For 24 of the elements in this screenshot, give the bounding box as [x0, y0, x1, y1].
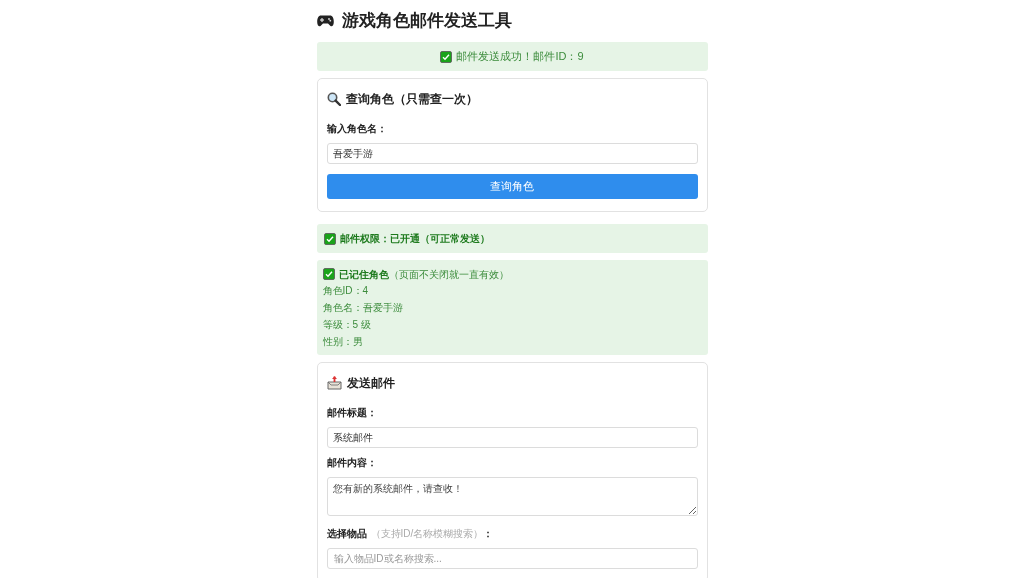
- field-label: 邮件标题：: [326, 406, 378, 420]
- search-icon: [326, 92, 341, 106]
- subject-input-field[interactable]: 系统邮件: [326, 427, 698, 448]
- remembered-role-text: 已记住角色（页面不关闭就一直有效）: [338, 267, 509, 282]
- field-label: 邮件内容：: [326, 456, 378, 470]
- gamepad-icon: [316, 15, 334, 27]
- role-info-line: 等级：5 级: [322, 318, 371, 332]
- section-heading: 发送邮件: [346, 375, 395, 392]
- role-info-line: 性别：男: [322, 335, 363, 349]
- checkbox-icon: [322, 268, 335, 280]
- section-heading: 查询角色（只需查一次）: [345, 91, 478, 108]
- page-title: 游戏角色邮件发送工具: [341, 10, 512, 33]
- name-input-field[interactable]: 吾爱手游: [326, 143, 698, 164]
- permission-status: 邮件权限：已开通（可正常发送）: [339, 232, 490, 246]
- outbox-tray-icon: [326, 376, 342, 390]
- content-textarea[interactable]: 您有新的系统邮件，请查收！: [326, 477, 698, 516]
- item-search-field[interactable]: 输入物品ID或名称搜索...: [326, 548, 698, 569]
- success-message: 邮件发送成功！邮件ID：9: [456, 49, 584, 65]
- field-label: 选择物品 （支持ID/名称模糊搜索）：: [326, 527, 495, 541]
- role-info-line: 角色ID：4: [322, 284, 369, 298]
- role-info-line: 角色名：吾爱手游: [322, 301, 403, 315]
- checkbox-icon: [323, 232, 336, 245]
- checkbox-icon: [440, 50, 453, 63]
- field-label: 输入角色名：: [326, 122, 388, 136]
